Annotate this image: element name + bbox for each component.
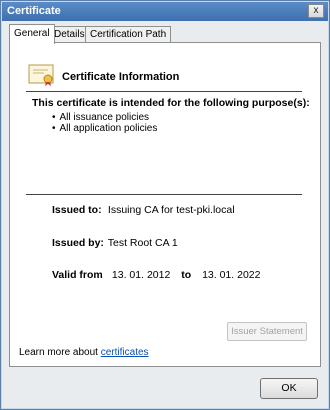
close-icon: x [313,5,319,16]
title-bar[interactable]: Certificate x [2,2,328,21]
learn-more-text: Learn more about [19,347,98,358]
valid-to-label: to [181,269,192,281]
tab-details[interactable]: Details [49,26,90,43]
certificate-info-title: Certificate Information [62,71,180,83]
tab-certification-path[interactable]: Certification Path [85,26,172,43]
valid-from-label: Valid from [52,269,103,281]
validity-row: Valid from 13. 01. 2012 to 13. 01. 2022 [52,269,260,281]
certificate-dialog: Certificate x Details Certification Path… [0,0,330,410]
issued-to-row: Issued to: Issuing CA for test-pki.local [52,204,235,216]
issuer-statement-button[interactable]: Issuer Statement [227,322,307,341]
valid-to-value: 13. 01. 2022 [202,269,261,281]
purpose-item: All issuance policies [52,112,157,123]
purpose-item: All application policies [52,123,158,134]
divider [26,91,302,92]
purpose-list: All issuance policies All application po… [52,112,158,134]
issued-by-row: Issued by: Test Root CA 1 [52,237,178,249]
issued-by-value: Test Root CA 1 [107,237,178,249]
certificate-icon [28,64,54,86]
close-button[interactable]: x [308,4,324,18]
tab-general[interactable]: General [9,24,55,44]
ok-button[interactable]: OK [260,378,318,399]
window-title: Certificate [7,5,61,17]
general-tab-panel: Certificate Information This certificate… [9,42,321,367]
learn-more: Learn more about certificates [19,347,149,358]
divider [26,194,302,195]
issued-by-label: Issued by: [52,237,104,249]
purpose-heading: This certificate is intended for the fol… [32,97,310,109]
issued-to-value: Issuing CA for test-pki.local [107,204,235,216]
valid-from-value: 13. 01. 2012 [111,269,171,281]
issued-to-label: Issued to: [52,204,102,216]
certificates-link[interactable]: certificates [101,347,149,358]
